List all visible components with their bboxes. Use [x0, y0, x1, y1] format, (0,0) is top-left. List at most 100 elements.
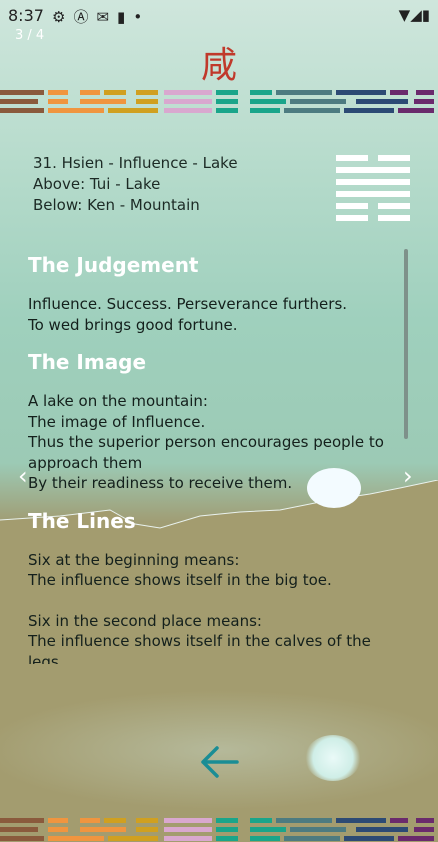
hexagram-name: 31. Hsien - Influence - Lake — [33, 154, 238, 172]
stripe-segment — [136, 90, 158, 95]
wifi-icon: ▼ — [398, 6, 411, 24]
stripe-segment — [48, 818, 68, 823]
stripe-segment — [276, 818, 332, 823]
hexagram-solid-line — [336, 179, 410, 185]
stripe-segment — [164, 99, 212, 104]
stripe-segment — [48, 108, 104, 113]
next-chevron-icon[interactable]: › — [403, 462, 413, 490]
stripe-segment — [80, 99, 126, 104]
line-two-text: Six in the second place means: The influ… — [28, 611, 371, 665]
prev-chevron-icon[interactable]: ‹ — [18, 462, 28, 490]
stripe-segment — [48, 90, 68, 95]
hexagram-broken-line — [336, 155, 410, 161]
stripe-segment — [164, 818, 212, 823]
stripe-segment — [250, 108, 280, 113]
stripe-segment — [216, 818, 238, 823]
stripe-segment — [108, 836, 158, 841]
gear-icon: ⚙ — [52, 8, 74, 26]
stripe-segment — [216, 108, 238, 113]
stripe-segment — [398, 108, 434, 113]
stripe-segment — [0, 827, 38, 832]
dot-icon: • — [133, 8, 151, 26]
stripe-segment — [0, 99, 38, 104]
stripe-segment — [136, 818, 158, 823]
line-bar-left — [336, 203, 368, 209]
scrollbar[interactable] — [404, 249, 408, 439]
stripe-segment — [284, 108, 340, 113]
image-text: A lake on the mountain: The image of Inf… — [28, 392, 384, 492]
stripe-segment — [356, 827, 408, 832]
status-time: 8:37 — [8, 6, 44, 25]
back-arrow-icon[interactable] — [197, 740, 241, 784]
stripe-segment — [250, 836, 280, 841]
stripe-segment — [0, 836, 44, 841]
stripe-segment — [104, 90, 126, 95]
stripe-segment — [356, 99, 408, 104]
stripe-segment — [136, 827, 158, 832]
stripe-segment — [250, 99, 286, 104]
line-bar — [336, 191, 410, 197]
stripe-segment — [250, 827, 286, 832]
stripe-segment — [0, 818, 44, 823]
stripe-segment — [344, 108, 394, 113]
line-bar — [336, 179, 410, 185]
battery-icon: ▮ — [421, 6, 430, 24]
trigram-below: Below: Ken - Mountain — [33, 196, 200, 214]
stripe-segment — [164, 827, 212, 832]
stripe-segment — [136, 99, 158, 104]
stripe-segment — [290, 827, 346, 832]
trigram-above: Above: Tui - Lake — [33, 175, 161, 193]
stripe-segment — [0, 108, 44, 113]
status-bar: 8:37 ⚙Ⓐ✉▮• ▼◢▮ — [0, 0, 438, 30]
stripe-segment — [48, 99, 68, 104]
hexagram-broken-line — [336, 215, 410, 221]
color-stripes-bottom — [0, 818, 438, 842]
hexagram-character: 咸 — [200, 45, 237, 86]
stripe-segment — [390, 818, 408, 823]
stripe-segment — [104, 818, 126, 823]
stripe-segment — [414, 827, 434, 832]
clipboard-icon: ▮ — [117, 8, 134, 26]
stripe-segment — [80, 90, 100, 95]
stripe-segment — [48, 827, 68, 832]
reading-content[interactable]: The Judgement Influence. Success. Persev… — [28, 250, 406, 664]
stripe-segment — [344, 836, 394, 841]
line-bar-right — [378, 215, 410, 221]
hexagram-solid-line — [336, 167, 410, 173]
stripe-segment — [416, 818, 434, 823]
stripe-segment — [216, 827, 238, 832]
image-title: The Image — [28, 350, 147, 374]
stripe-segment — [398, 836, 434, 841]
stripe-segment — [250, 818, 272, 823]
sun-reflection — [305, 735, 361, 781]
stripe-segment — [0, 90, 44, 95]
line-bar-left — [336, 215, 368, 221]
line-bar-left — [336, 155, 368, 161]
judgement-text: Influence. Success. Perseverance further… — [28, 295, 348, 334]
hexagram-symbol — [336, 155, 410, 227]
stripe-segment — [216, 99, 238, 104]
stripe-segment — [108, 108, 158, 113]
line-bar — [336, 167, 410, 173]
judgement-title: The Judgement — [28, 253, 199, 277]
lines-title: The Lines — [28, 508, 136, 533]
stripe-segment — [216, 90, 238, 95]
stripe-segment — [390, 90, 408, 95]
hexagram-info: 31. Hsien - Influence - Lake Above: Tui … — [33, 153, 238, 216]
hexagram-broken-line — [336, 203, 410, 209]
stripe-segment — [216, 836, 238, 841]
line-one-text: Six at the beginning means: The influenc… — [28, 550, 332, 590]
stripe-segment — [414, 99, 434, 104]
stripe-segment — [276, 90, 332, 95]
stripe-segment — [48, 836, 104, 841]
line-bar-right — [378, 155, 410, 161]
stripe-segment — [290, 99, 346, 104]
mail-icon: ✉ — [96, 8, 118, 26]
line-bar-right — [378, 203, 410, 209]
status-icons-left: ⚙Ⓐ✉▮• — [52, 6, 150, 27]
color-stripes-top — [0, 90, 438, 118]
app-screen: 8:37 ⚙Ⓐ✉▮• ▼◢▮ 3 / 4 咸 31. Hsien - Influ… — [0, 0, 438, 842]
stripe-segment — [336, 90, 386, 95]
a-circle-icon: Ⓐ — [73, 8, 97, 26]
stripe-segment — [164, 90, 212, 95]
